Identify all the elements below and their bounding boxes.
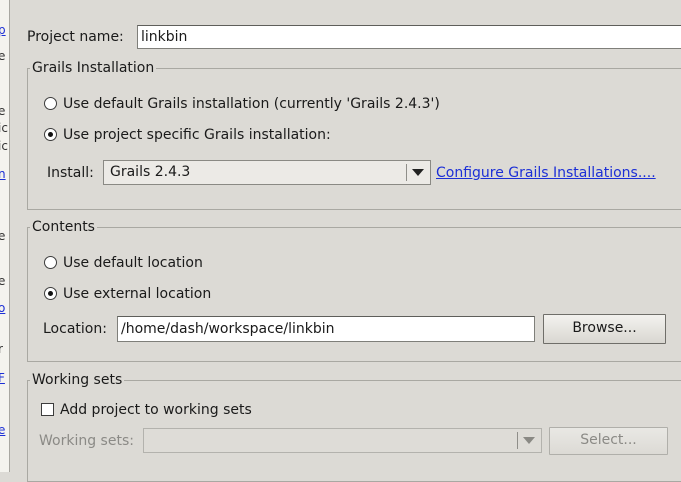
radio-selected-dot xyxy=(48,132,53,137)
strip-fragment: e xyxy=(0,50,5,63)
radio-external-location-label[interactable]: Use external location xyxy=(63,285,211,303)
strip-fragment: p xyxy=(0,24,6,37)
strip-fragment: e xyxy=(0,105,5,118)
working-sets-title: Working sets xyxy=(30,372,125,388)
strip-fragment: o xyxy=(0,302,5,315)
working-sets-label: Working sets: xyxy=(39,433,134,449)
location-input[interactable]: /home/dash/workspace/linkbin xyxy=(117,316,535,342)
chevron-down-icon[interactable] xyxy=(523,437,535,444)
radio-default-location-text: Use default location xyxy=(63,255,203,271)
radio-selected-dot xyxy=(48,291,53,296)
radio-external-location[interactable] xyxy=(44,287,57,300)
working-sets-combo[interactable] xyxy=(143,428,542,453)
strip-fragment: e xyxy=(0,424,5,437)
project-name-label: Project name: xyxy=(27,29,124,45)
combo-separator xyxy=(517,432,518,449)
radio-specific-grails[interactable] xyxy=(44,128,57,141)
strip-fragment: F xyxy=(0,372,5,385)
background-window-strip: p e e ic ic n e e o r F e xyxy=(0,0,10,472)
strip-fragment: r xyxy=(0,343,3,356)
project-name-input[interactable]: linkbin xyxy=(137,25,681,49)
radio-default-grails-label[interactable]: Use default Grails installation (current… xyxy=(63,95,440,113)
install-combo-value: Grails 2.4.3 xyxy=(110,164,191,180)
strip-fragment: e xyxy=(0,230,5,243)
strip-fragment: ic xyxy=(0,139,8,153)
contents-title: Contents xyxy=(30,219,97,235)
install-label: Install: xyxy=(47,165,94,181)
radio-default-location[interactable] xyxy=(44,256,57,269)
strip-fragment: ic xyxy=(0,121,8,135)
combo-separator xyxy=(406,164,407,181)
add-to-working-sets-checkbox[interactable] xyxy=(41,403,54,416)
chevron-down-icon[interactable] xyxy=(412,169,424,176)
radio-default-location-label[interactable]: Use default location xyxy=(63,254,203,272)
configure-grails-link[interactable]: Configure Grails Installations.... xyxy=(436,164,656,182)
radio-specific-grails-label[interactable]: Use project specific Grails installation… xyxy=(63,126,331,144)
browse-button[interactable]: Browse... xyxy=(543,314,666,344)
radio-default-grails[interactable] xyxy=(44,97,57,110)
add-to-working-sets-label[interactable]: Add project to working sets xyxy=(60,401,252,419)
strip-fragment: n xyxy=(0,168,6,181)
grails-installation-title: Grails Installation xyxy=(30,60,157,76)
select-working-sets-button[interactable]: Select... xyxy=(549,427,668,455)
install-combo[interactable]: Grails 2.4.3 xyxy=(103,160,431,185)
location-label: Location: xyxy=(43,321,107,337)
strip-fragment: e xyxy=(0,275,5,288)
